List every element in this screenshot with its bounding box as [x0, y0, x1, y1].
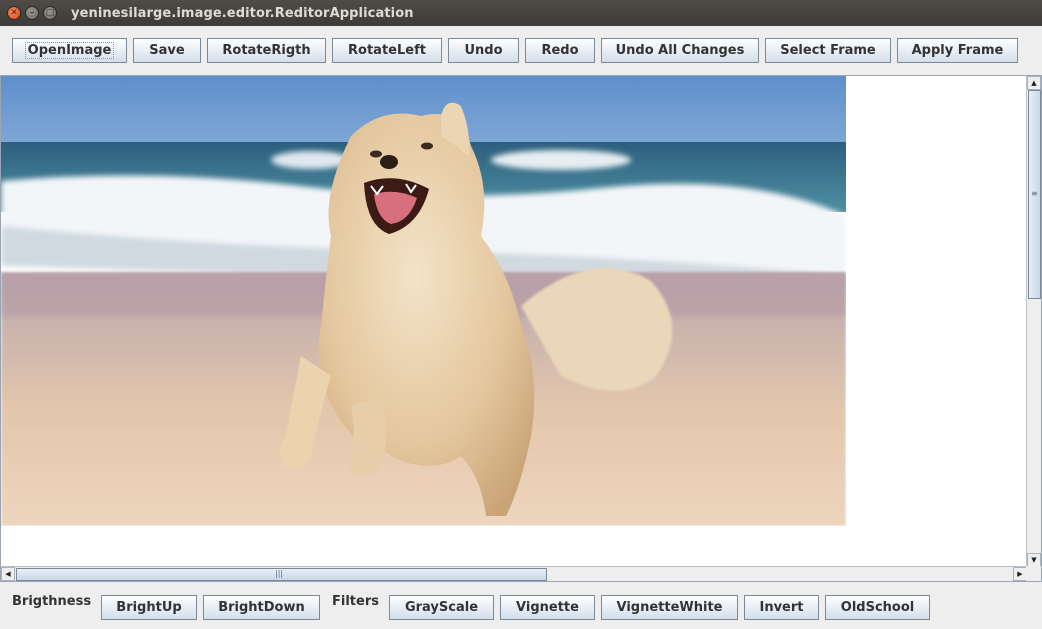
window-controls: ✕ – □ — [7, 6, 57, 20]
vertical-scroll-thumb[interactable]: ≡ — [1028, 90, 1041, 299]
open-image-label: OpenImage — [24, 42, 115, 59]
app-window: OpenImage Save RotateRigth RotateLeft Un… — [0, 26, 1042, 629]
save-button[interactable]: Save — [133, 38, 201, 63]
rotate-left-button[interactable]: RotateLeft — [332, 38, 442, 63]
brightness-label: Brigthness — [12, 594, 92, 609]
bright-up-button[interactable]: BrightUp — [101, 595, 197, 620]
image-scroll-pane[interactable]: ▲ ≡ ▼ ◀ ||| ▶ — [0, 75, 1042, 582]
scroll-down-icon[interactable]: ▼ — [1027, 553, 1041, 567]
scroll-corner — [1026, 566, 1041, 581]
close-icon[interactable]: ✕ — [7, 6, 21, 20]
grip-icon: ||| — [275, 569, 284, 578]
oldschool-button[interactable]: OldSchool — [825, 595, 930, 620]
select-frame-button[interactable]: Select Frame — [765, 38, 891, 63]
scroll-up-icon[interactable]: ▲ — [1027, 76, 1041, 90]
maximize-icon[interactable]: □ — [43, 6, 57, 20]
open-image-button[interactable]: OpenImage — [12, 38, 127, 63]
bright-down-button[interactable]: BrightDown — [203, 595, 320, 620]
dog-beach-photo — [1, 76, 846, 526]
vignette-white-button[interactable]: VignetteWhite — [601, 595, 738, 620]
image-viewport — [1, 76, 1027, 567]
image-canvas[interactable] — [1, 76, 846, 526]
horizontal-scrollbar[interactable]: ◀ ||| ▶ — [1, 566, 1027, 581]
minimize-icon[interactable]: – — [25, 6, 39, 20]
horizontal-scroll-thumb[interactable]: ||| — [16, 568, 547, 581]
title-bar: ✕ – □ yeninesilarge.image.editor.Reditor… — [0, 0, 1042, 26]
undo-button[interactable]: Undo — [448, 38, 519, 63]
grip-icon: ≡ — [1031, 189, 1038, 198]
window-title: yeninesilarge.image.editor.ReditorApplic… — [71, 5, 414, 21]
grayscale-button[interactable]: GrayScale — [389, 595, 494, 620]
apply-frame-button[interactable]: Apply Frame — [897, 38, 1018, 63]
scroll-right-icon[interactable]: ▶ — [1013, 567, 1027, 581]
scroll-left-icon[interactable]: ◀ — [1, 567, 15, 581]
vignette-button[interactable]: Vignette — [500, 595, 595, 620]
filters-label: Filters — [332, 594, 379, 609]
redo-button[interactable]: Redo — [525, 38, 595, 63]
vertical-scrollbar[interactable]: ▲ ≡ ▼ — [1026, 76, 1041, 567]
undo-all-changes-button[interactable]: Undo All Changes — [601, 38, 759, 63]
rotate-right-button[interactable]: RotateRigth — [207, 38, 326, 63]
invert-button[interactable]: Invert — [744, 595, 819, 620]
